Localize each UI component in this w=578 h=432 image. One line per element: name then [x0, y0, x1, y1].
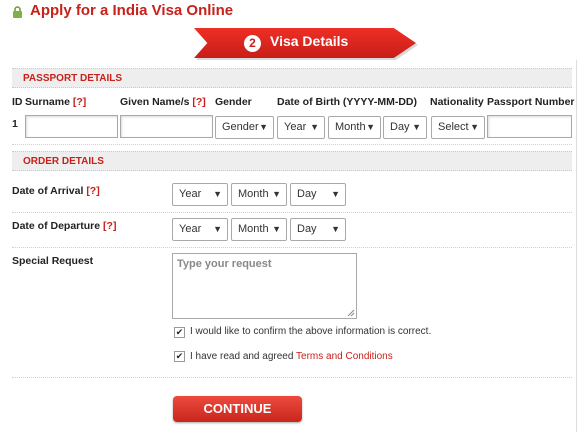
confirm-checkbox[interactable]: ✔: [174, 327, 185, 338]
chevron-down-icon: ▼: [331, 224, 340, 234]
nationality-value: Select: [438, 121, 469, 133]
divider: [12, 247, 572, 248]
page-title: Apply for a India Visa Online: [30, 2, 234, 19]
divider: [12, 212, 572, 213]
departure-day-select[interactable]: Day ▼: [290, 218, 346, 241]
dob-month-select[interactable]: Month ▼: [328, 116, 381, 139]
col-header-passport-number: Passport Number: [487, 96, 575, 108]
col-header-surname-label: Surname: [25, 96, 70, 108]
gender-select[interactable]: Gender ▼: [215, 116, 274, 139]
step-number-badge: 2: [244, 35, 261, 52]
chevron-down-icon: ▼: [272, 189, 281, 199]
surname-input[interactable]: [25, 115, 118, 138]
col-header-nationality: Nationality: [430, 96, 484, 108]
passport-section-title: PASSPORT DETAILS: [23, 73, 123, 84]
arrival-day-select[interactable]: Day ▼: [290, 183, 346, 206]
chevron-down-icon: ▼: [470, 122, 479, 132]
departure-day-value: Day: [297, 223, 317, 235]
chevron-down-icon: ▼: [259, 122, 268, 132]
arrival-month-value: Month: [238, 188, 269, 200]
col-header-given-name-label: Given Name/s: [120, 96, 190, 108]
resize-grip-icon[interactable]: [347, 309, 355, 317]
checkmark-icon: ✔: [175, 351, 184, 361]
departure-year-select[interactable]: Year ▼: [172, 218, 228, 241]
arrival-help-link[interactable]: [?]: [86, 185, 99, 197]
confirm-text: I would like to confirm the above inform…: [190, 326, 432, 337]
col-header-dob: Date of Birth (YYYY-MM-DD): [277, 96, 417, 108]
departure-month-select[interactable]: Month ▼: [231, 218, 287, 241]
arrival-day-value: Day: [297, 188, 317, 200]
dob-year-select[interactable]: Year ▼: [277, 116, 325, 139]
agree-text-label: I have read and agreed: [190, 351, 297, 362]
chevron-down-icon: ▼: [366, 122, 375, 132]
col-header-surname: Surname [?]: [25, 96, 86, 108]
departure-year-value: Year: [179, 223, 202, 235]
row-id: 1: [12, 118, 18, 130]
order-section-title: ORDER DETAILS: [23, 156, 104, 167]
arrival-label: Date of Arrival [?]: [12, 185, 100, 197]
dob-day-select[interactable]: Day ▼: [383, 116, 427, 139]
arrival-label-text: Date of Arrival: [12, 185, 84, 197]
given-name-help-link[interactable]: [?]: [192, 96, 205, 108]
continue-button[interactable]: CONTINUE: [173, 396, 302, 422]
col-header-id: ID: [12, 96, 23, 108]
nationality-select[interactable]: Select ▼: [431, 116, 485, 139]
terms-link[interactable]: Terms and Conditions: [296, 351, 393, 362]
departure-help-link[interactable]: [?]: [103, 220, 116, 232]
checkmark-icon: ✔: [175, 327, 184, 337]
departure-month-value: Month: [238, 223, 269, 235]
passport-number-input[interactable]: [487, 115, 572, 138]
chevron-down-icon: ▼: [331, 189, 340, 199]
divider: [12, 377, 572, 378]
dob-year-value: Year: [284, 121, 307, 133]
chevron-down-icon: ▼: [213, 224, 222, 234]
chevron-down-icon: ▼: [412, 122, 421, 132]
order-section-header: ORDER DETAILS: [12, 151, 572, 171]
col-header-gender: Gender: [215, 96, 252, 108]
departure-label: Date of Departure [?]: [12, 220, 116, 232]
dob-day-value: Day: [390, 121, 410, 133]
arrival-month-select[interactable]: Month ▼: [231, 183, 287, 206]
special-request-label: Special Request: [12, 255, 94, 267]
agree-text: I have read and agreed Terms and Conditi…: [190, 351, 393, 362]
lock-icon: [13, 6, 22, 18]
chevron-down-icon: ▼: [310, 122, 319, 132]
departure-label-text: Date of Departure: [12, 220, 101, 232]
passport-section-header: PASSPORT DETAILS: [12, 68, 572, 88]
col-header-given-name: Given Name/s [?]: [120, 96, 206, 108]
dob-month-value: Month: [335, 121, 366, 133]
gender-select-value: Gender: [222, 121, 259, 133]
given-name-input[interactable]: [120, 115, 213, 138]
surname-help-link[interactable]: [?]: [73, 96, 86, 108]
divider: [12, 144, 572, 145]
agree-checkbox[interactable]: ✔: [174, 351, 185, 362]
chevron-down-icon: ▼: [213, 189, 222, 199]
special-request-placeholder: Type your request: [177, 258, 272, 270]
arrival-year-value: Year: [179, 188, 202, 200]
panel-border: [576, 60, 577, 432]
arrival-year-select[interactable]: Year ▼: [172, 183, 228, 206]
step-label: Visa Details: [270, 33, 349, 49]
special-request-textarea[interactable]: Type your request: [172, 253, 357, 319]
chevron-down-icon: ▼: [272, 224, 281, 234]
